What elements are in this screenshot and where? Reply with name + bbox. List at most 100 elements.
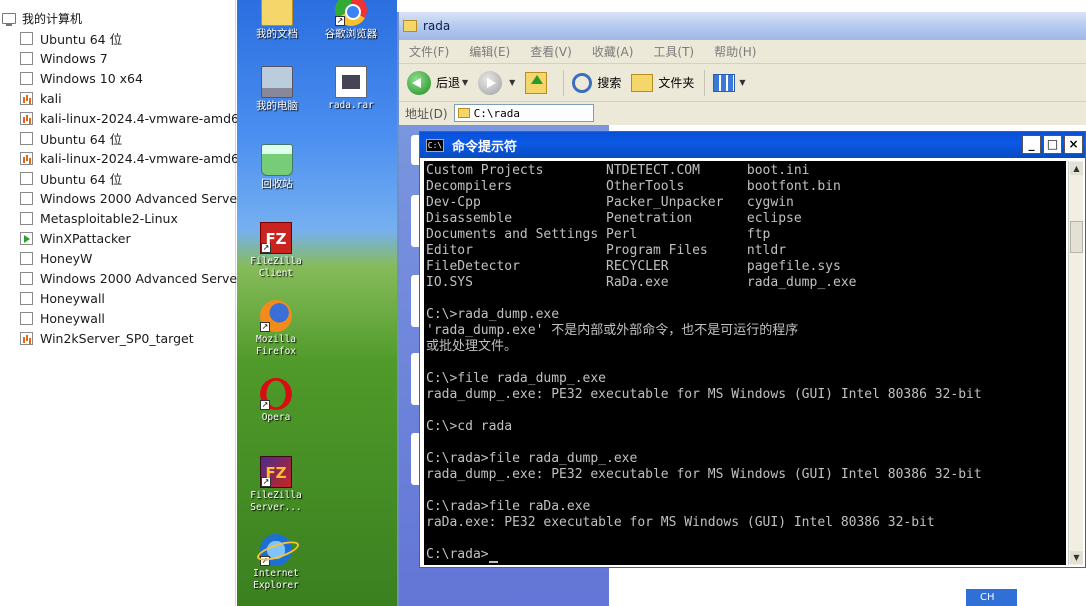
scroll-up-arrow-icon[interactable]: ▲	[1070, 162, 1083, 175]
search-label: 搜索	[597, 76, 622, 90]
folders-button[interactable]: 文件夹	[631, 73, 694, 92]
ime-language-indicator[interactable]: CH	[966, 589, 1017, 606]
desktop-icon-label: FileZilla Client	[250, 256, 302, 279]
folder-icon	[457, 108, 470, 118]
vm-list-item[interactable]: Ubuntu 64 位	[20, 169, 122, 187]
desktop-icon-label: Mozilla Firefox	[255, 334, 297, 357]
console-output[interactable]: Custom Projects NTDETECT.COM boot.ini Dec…	[424, 161, 1066, 565]
vm-list-item[interactable]: Windows 7	[20, 49, 108, 67]
vm-library-panel: 我的计算机 Ubuntu 64 位 Windows 7 Windows 10 x64…	[0, 0, 247, 606]
console-line: rada_dump_.exe: PE32 executable for MS W…	[426, 467, 982, 482]
search-icon	[572, 72, 593, 93]
scrollbar-thumb[interactable]	[1070, 221, 1083, 253]
vm-icon	[20, 251, 33, 265]
vm-list-item[interactable]: kali	[20, 89, 62, 107]
search-button[interactable]: 搜索	[572, 72, 622, 93]
vm-list-item-label: Windows 10 x64	[40, 70, 143, 86]
up-folder-icon	[525, 71, 548, 94]
desktop-icon-filezilla-client[interactable]: ↗ FileZilla Client	[238, 222, 314, 280]
desktop-icon-my-computer[interactable]: 我的电脑	[239, 66, 315, 112]
vm-library-root[interactable]: 我的计算机	[2, 9, 82, 27]
cmd-titlebar[interactable]: C:\ 命令提示符 _ □ ×	[420, 132, 1085, 158]
back-button[interactable]: 后退 ▼	[407, 70, 468, 95]
explorer-titlebar[interactable]: rada	[399, 12, 1086, 40]
vm-list-item[interactable]: Metasploitable2-Linux	[20, 209, 178, 227]
vm-list-item-label: Windows 2000 Advanced Server	[40, 270, 243, 286]
vm-running-icon	[20, 231, 33, 245]
firefox-icon: ↗	[260, 300, 292, 332]
desktop-icon-label: FileZilla Server...	[250, 490, 302, 513]
address-input[interactable]: C:\rada	[453, 104, 594, 122]
vm-list-item[interactable]: kali-linux-2024.4-vmware-amd64	[20, 109, 247, 127]
filezilla-server-icon: ↗	[260, 456, 292, 488]
minimize-button[interactable]: _	[1022, 135, 1041, 154]
vm-icon	[20, 271, 33, 285]
up-folder-button[interactable]	[525, 71, 553, 94]
folder-icon	[631, 73, 654, 92]
back-arrow-icon	[407, 70, 431, 95]
cmd-window-icon: C:\	[426, 138, 444, 152]
vm-list-item-label: Ubuntu 64 位	[40, 31, 123, 47]
explorer-title: rada	[423, 19, 451, 33]
maximize-button[interactable]: □	[1043, 135, 1062, 154]
vm-list-item[interactable]: WinXPattacker	[20, 229, 131, 247]
console-line: IO.SYS RaDa.exe rada_dump_.exe	[426, 275, 857, 290]
desktop-icon-internet-explorer[interactable]: ↗ Internet Explorer	[238, 534, 314, 592]
vm-list-item[interactable]: HoneyW	[20, 249, 92, 267]
desktop-icon-filezilla-server[interactable]: ↗ FileZilla Server...	[238, 456, 314, 514]
desktop-icon-firefox[interactable]: ↗ Mozilla Firefox	[238, 300, 314, 358]
cmd-title: 命令提示符	[452, 139, 518, 155]
vm-list-item[interactable]: Ubuntu 64 位	[20, 129, 122, 147]
close-button[interactable]: ×	[1064, 135, 1083, 154]
desktop-icon-recycle-bin[interactable]: 回收站	[239, 144, 315, 190]
vm-list-item[interactable]: Win2kServer_SP0_target	[20, 329, 194, 347]
vm-list-item-label: HoneyW	[40, 250, 93, 266]
vm-list-item[interactable]: Windows 2000 Advanced Server	[20, 189, 242, 207]
vm-list-item[interactable]: Honeywall	[20, 309, 105, 327]
vm-icon	[20, 311, 33, 325]
address-bar: 地址(D) C:\rada	[399, 102, 1086, 124]
vm-list-item[interactable]: Honeywall	[20, 289, 105, 307]
menu-file[interactable]: 文件(F)	[409, 43, 449, 60]
scroll-down-arrow-icon[interactable]: ▼	[1070, 551, 1083, 564]
vm-list-item-label: kali-linux-2024.4-vmware-amd64	[40, 110, 247, 126]
vm-list-item[interactable]: Windows 2000 Advanced Server	[20, 269, 242, 287]
chrome-icon: ↗	[335, 0, 367, 26]
vm-warning-icon	[20, 91, 33, 105]
desktop-icon-label: rada.rar	[328, 100, 374, 111]
menu-tools[interactable]: 工具(T)	[653, 43, 694, 60]
desktop-icon-chrome[interactable]: ↗ 谷歌浏览器	[313, 0, 389, 40]
vm-list-item[interactable]: Ubuntu 64 位	[20, 29, 122, 47]
menu-help[interactable]: 帮助(H)	[714, 43, 756, 60]
desktop-icon-label: Opera	[261, 412, 291, 423]
vm-icon	[20, 131, 33, 145]
console-line: C:\>file rada_dump_.exe	[426, 371, 607, 386]
folder-icon	[403, 20, 417, 32]
desktop-icon-rada-rar[interactable]: rada.rar	[313, 66, 389, 112]
console-scrollbar[interactable]: ▲ ▼	[1068, 161, 1083, 565]
menu-view[interactable]: 查看(V)	[530, 43, 572, 60]
desktop-icon-my-documents[interactable]: 我的文档	[239, 0, 315, 40]
vm-list-item[interactable]: kali-linux-2024.4-vmware-amd64	[20, 149, 247, 167]
desktop-icon-opera[interactable]: ↗ Opera	[238, 378, 314, 424]
desktop-icon-label: 谷歌浏览器	[324, 28, 378, 40]
desktop-icon-label: 我的文档	[256, 28, 298, 40]
vm-icon	[20, 291, 33, 305]
forward-button[interactable]: ▼	[478, 70, 515, 95]
vm-icon	[20, 191, 33, 205]
vm-list-item[interactable]: Windows 10 x64	[20, 69, 143, 87]
vm-list-item-label: Honeywall	[40, 310, 105, 326]
toolbar-separator	[563, 69, 565, 96]
explorer-toolbar: 后退 ▼ ▼ 搜索 文件夹 ▼	[399, 64, 1086, 102]
console-line: 'rada_dump.exe' 不是内部或外部命令，也不是可运行的程序	[426, 323, 799, 338]
views-button[interactable]: ▼	[713, 73, 746, 92]
menu-favorites[interactable]: 收藏(A)	[592, 43, 634, 60]
menu-edit[interactable]: 编辑(E)	[469, 43, 510, 60]
address-value: C:\rada	[473, 106, 520, 120]
vm-warning-icon	[20, 151, 33, 165]
console-line: C:\rada>file rada_dump_.exe	[426, 451, 638, 466]
